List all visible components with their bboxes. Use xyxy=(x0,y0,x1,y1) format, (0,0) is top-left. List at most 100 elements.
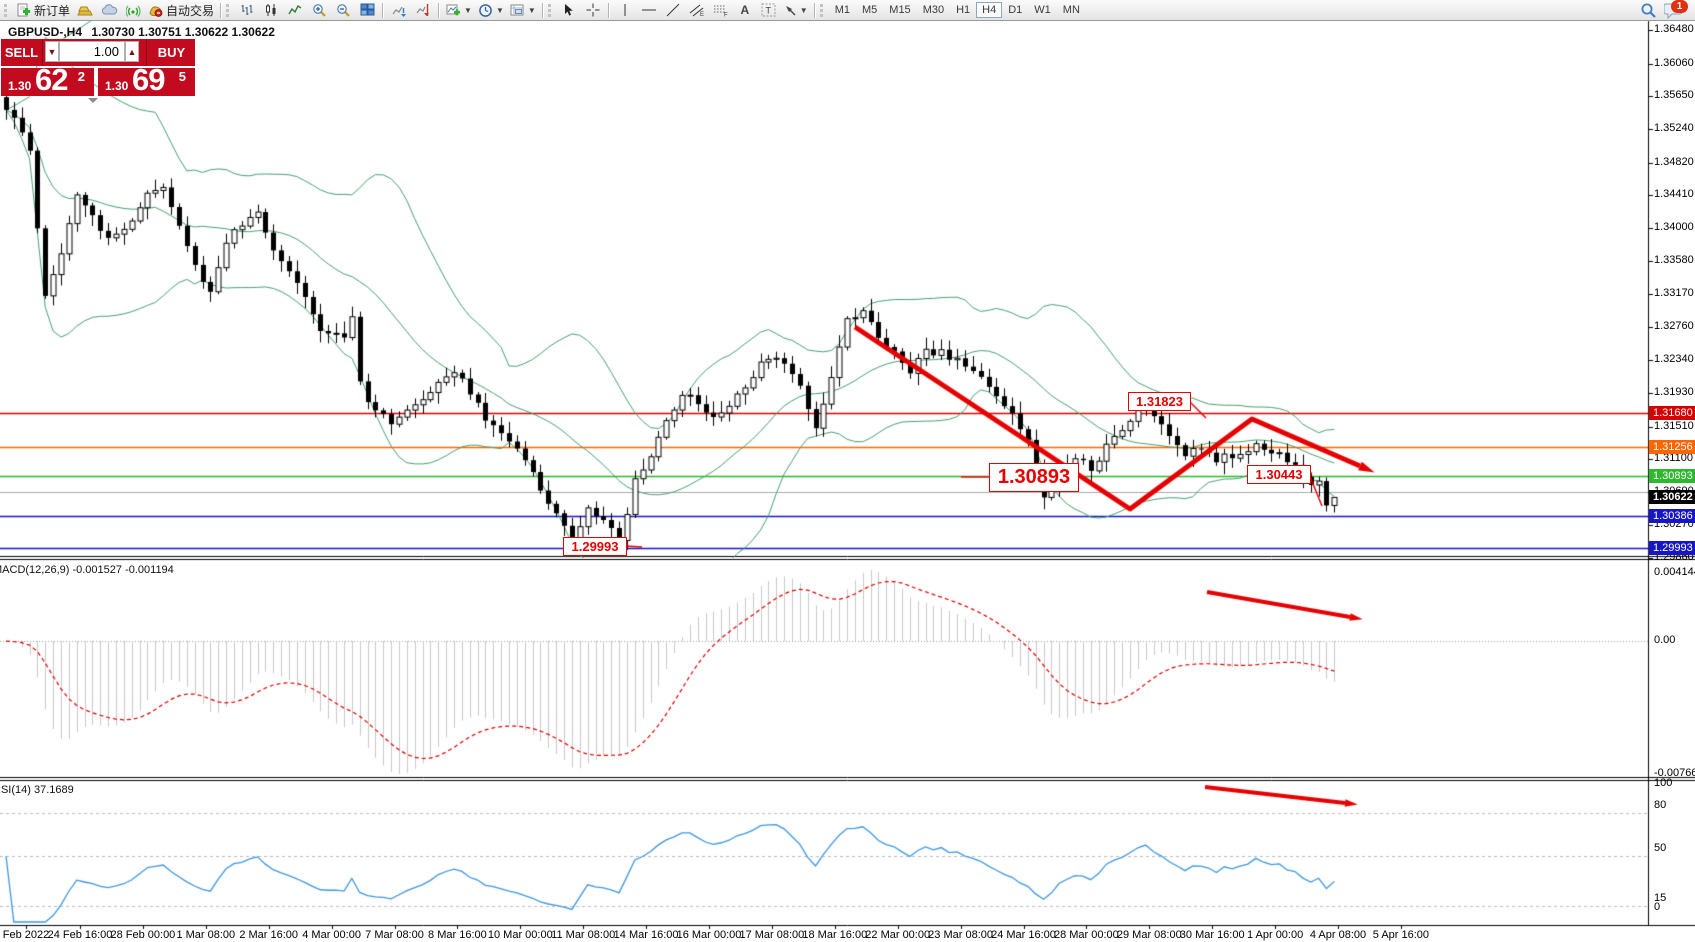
text-button[interactable]: A xyxy=(733,1,757,19)
chat-button[interactable]: 1 xyxy=(1664,1,1686,19)
signal-icon xyxy=(126,3,141,17)
volume-increase-button[interactable]: ▲ xyxy=(125,41,139,62)
cloud-button[interactable] xyxy=(97,1,121,19)
signal-button[interactable] xyxy=(121,1,145,19)
equidistant-channel-button[interactable]: E xyxy=(685,1,709,19)
gold-button[interactable] xyxy=(73,1,97,19)
timeframe-button-MN[interactable]: MN xyxy=(1057,2,1086,18)
timeframe-button-D1[interactable]: D1 xyxy=(1002,2,1028,18)
rsi-axis-label: 100 xyxy=(1654,777,1672,789)
price-tick-label: 1.34820 xyxy=(1654,156,1694,168)
toolbar-grip[interactable] xyxy=(4,4,10,17)
price-chart-canvas[interactable] xyxy=(0,0,1695,942)
price-tick-label: 1.32760 xyxy=(1654,320,1694,332)
chevron-down-icon: ▼ xyxy=(496,6,504,15)
bar-chart-button[interactable] xyxy=(235,1,259,19)
time-axis-label: 14 Mar 16:00 xyxy=(614,929,679,941)
toolbar-separator xyxy=(608,3,610,18)
price-level-badge: 1.30893 xyxy=(1649,469,1695,483)
price-tick-label: 1.31930 xyxy=(1654,386,1694,398)
tile-windows-button[interactable] xyxy=(355,1,379,19)
autotrade-button[interactable]: 自动交易 xyxy=(145,1,217,19)
time-axis-label: 23 Mar 08:00 xyxy=(928,929,993,941)
line-chart-button[interactable] xyxy=(283,1,307,19)
time-axis-label: 17 Mar 08:00 xyxy=(739,929,804,941)
cursor-button[interactable] xyxy=(557,1,581,19)
crosshair-button[interactable] xyxy=(581,1,605,19)
sell-price-button[interactable]: 1.30 62 2 xyxy=(1,68,94,96)
price-annotation: 1.29993 xyxy=(563,537,627,556)
search-icon xyxy=(1640,2,1657,19)
new-order-label: 新订单 xyxy=(34,2,70,19)
toolbar-separator xyxy=(542,3,544,18)
timeframe-button-H4[interactable]: H4 xyxy=(976,2,1002,18)
svg-text:T: T xyxy=(766,6,772,16)
toolbar-grip[interactable] xyxy=(820,4,826,17)
crosshair-icon xyxy=(586,3,600,17)
periods-dropdown[interactable]: ▼ xyxy=(475,1,507,19)
chart-ohlc-values: 1.30730 1.30751 1.30622 1.30622 xyxy=(91,25,275,39)
time-axis-label: 1 Mar 08:00 xyxy=(176,929,235,941)
new-order-button[interactable]: 新订单 xyxy=(13,1,73,19)
arrow-objects-icon xyxy=(784,4,797,17)
toolbar-grip[interactable] xyxy=(548,4,554,17)
time-axis-label: 5 Apr 16:00 xyxy=(1373,929,1429,941)
timeframe-button-M1[interactable]: M1 xyxy=(829,2,856,18)
candle-chart-button[interactable] xyxy=(259,1,283,19)
auto-scroll-button[interactable] xyxy=(387,1,411,19)
trade-panel-row: SELL ▼ ▲ BUY xyxy=(1,39,195,66)
bar-chart-icon xyxy=(240,3,254,17)
price-tick-label: 1.35240 xyxy=(1654,122,1694,134)
volume-input[interactable] xyxy=(59,41,125,62)
cloud-icon xyxy=(101,3,118,17)
time-axis-label: 28 Feb 00:00 xyxy=(110,929,175,941)
arrows-dropdown[interactable]: ▼ xyxy=(781,1,811,19)
search-button[interactable] xyxy=(1636,1,1660,19)
trade-panel-collapse-caret[interactable] xyxy=(88,98,98,103)
volume-decrease-button[interactable]: ▼ xyxy=(45,41,59,62)
toolbar-separator xyxy=(220,3,222,18)
time-axis-label: 18 Mar 16:00 xyxy=(802,929,867,941)
templates-dropdown[interactable]: ▼ xyxy=(507,1,539,19)
zoom-out-button[interactable] xyxy=(331,1,355,19)
horizontal-line-button[interactable] xyxy=(637,1,661,19)
template-icon xyxy=(510,3,525,17)
rsi-axis-label: 50 xyxy=(1654,842,1666,854)
chart-shift-button[interactable] xyxy=(411,1,435,19)
timeframe-button-W1[interactable]: W1 xyxy=(1028,2,1057,18)
time-axis-label: 8 Mar 16:00 xyxy=(428,929,487,941)
fibonacci-button[interactable]: F xyxy=(709,1,733,19)
vertical-line-icon xyxy=(620,3,630,17)
zoom-in-button[interactable] xyxy=(307,1,331,19)
trendline-button[interactable] xyxy=(661,1,685,19)
price-tick-label: 1.32340 xyxy=(1654,353,1694,365)
chevron-down-icon: ▼ xyxy=(528,6,536,15)
time-axis-label: Feb 2022 xyxy=(3,929,49,941)
time-axis-label: 29 Mar 08:00 xyxy=(1117,929,1182,941)
cursor-arrow-icon xyxy=(562,3,575,17)
time-axis-label: 7 Mar 08:00 xyxy=(365,929,424,941)
vertical-line-button[interactable] xyxy=(613,1,637,19)
timeframe-button-M15[interactable]: M15 xyxy=(883,2,916,18)
current-price-badge: 1.30622 xyxy=(1649,490,1695,504)
chart-shift-icon xyxy=(416,3,431,17)
zoom-out-icon xyxy=(336,3,351,18)
buy-price-button[interactable]: 1.30 69 5 xyxy=(98,68,195,96)
new-chart-dropdown[interactable]: ▼ xyxy=(443,1,475,19)
notification-badge: 1 xyxy=(1671,0,1688,13)
price-tick-label: 1.35650 xyxy=(1654,89,1694,101)
sell-price-big-digits: 62 xyxy=(35,62,67,98)
macd-label: MACD(12,26,9) -0.001527 -0.001194 xyxy=(0,564,174,576)
toolbar: 新订单 自动交易 ▼ ▼ xyxy=(0,0,1695,21)
buy-price-prefix: 1.30 xyxy=(105,79,128,93)
text-label-button[interactable]: T xyxy=(757,1,781,19)
toolbar-grip[interactable] xyxy=(226,4,232,17)
price-tick-label: 1.34000 xyxy=(1654,221,1694,233)
price-level-badge: 1.31680 xyxy=(1649,406,1695,420)
time-axis-label: 16 Mar 00:00 xyxy=(677,929,742,941)
timeframe-button-M30[interactable]: M30 xyxy=(917,2,950,18)
price-level-badge: 1.30386 xyxy=(1649,509,1695,523)
price-tick-label: 1.33580 xyxy=(1654,254,1694,266)
timeframe-button-M5[interactable]: M5 xyxy=(856,2,883,18)
timeframe-button-H1[interactable]: H1 xyxy=(950,2,976,18)
